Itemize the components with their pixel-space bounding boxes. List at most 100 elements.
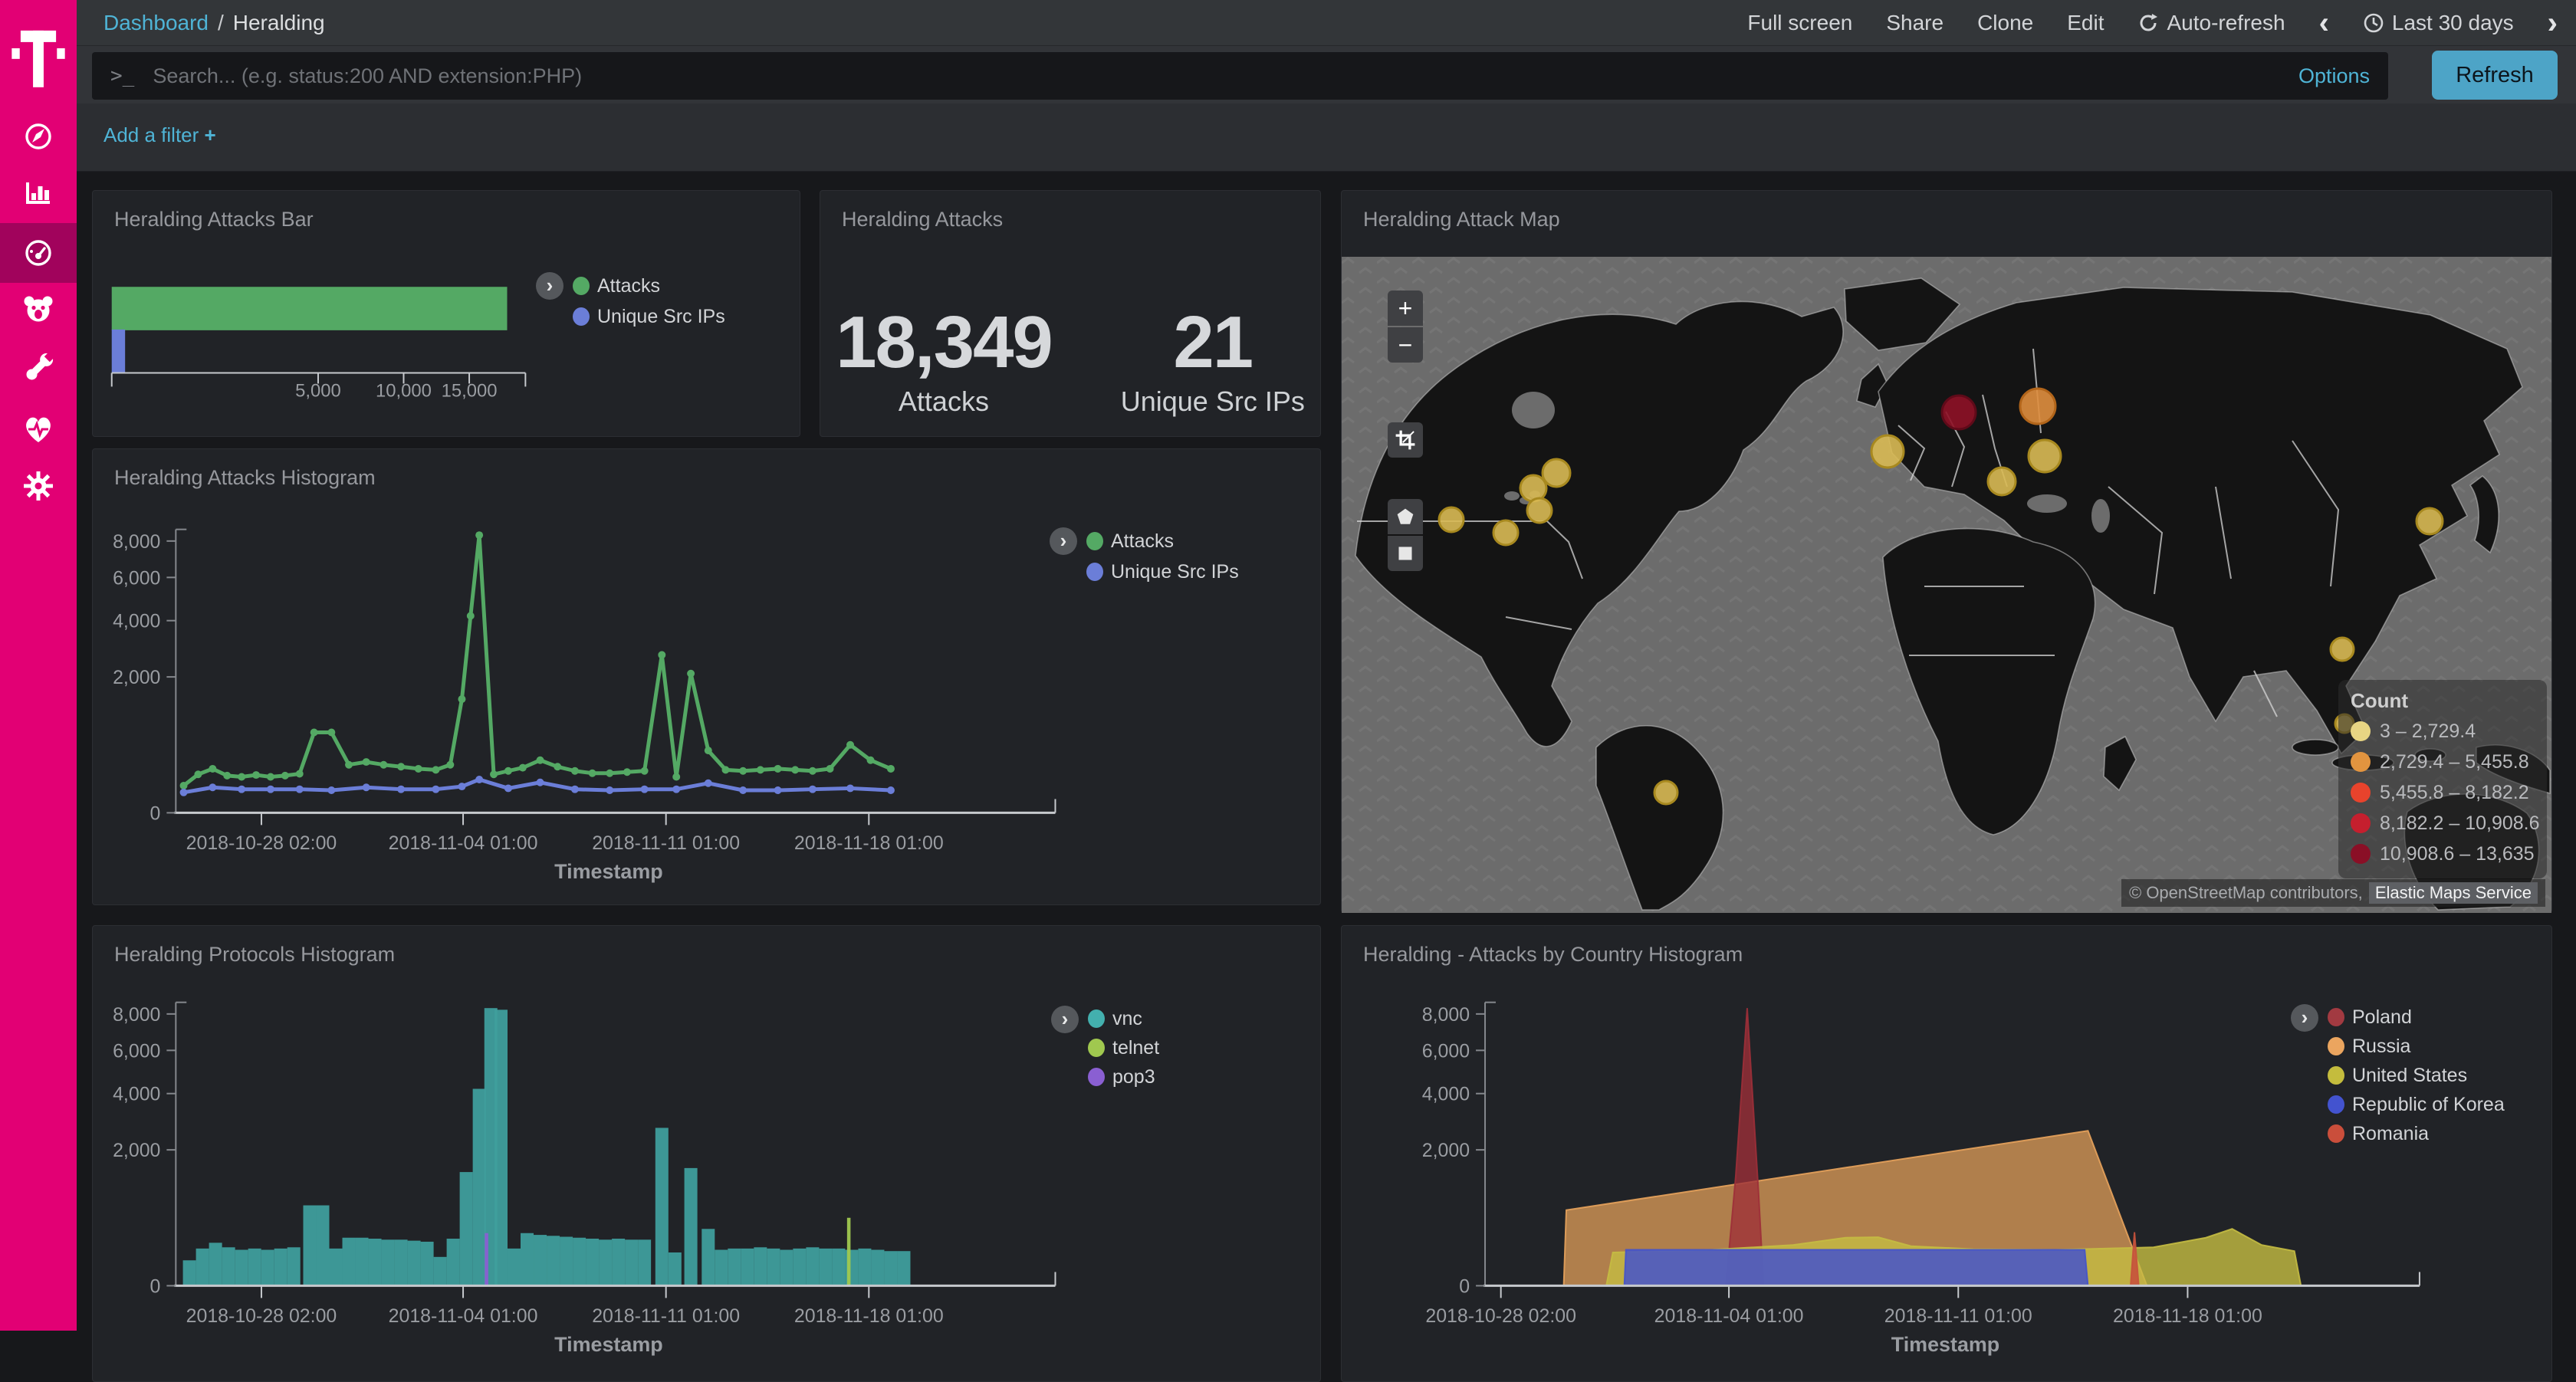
osm-attribution[interactable]: © OpenStreetMap contributors, xyxy=(2129,883,2363,903)
gear-icon xyxy=(21,468,56,504)
clone-button[interactable]: Clone xyxy=(1977,11,2033,35)
breadcrumb-current: Heralding xyxy=(233,11,325,35)
map-legend-items: 3 – 2,729.42,729.4 – 5,455.85,455.8 – 8,… xyxy=(2351,716,2535,869)
square-icon xyxy=(1395,543,1416,564)
compass-icon xyxy=(21,119,56,154)
svg-text:4,000: 4,000 xyxy=(113,1084,160,1105)
refresh-button[interactable]: Refresh xyxy=(2432,51,2558,100)
t-mobile-logo xyxy=(11,20,66,100)
legend-item[interactable]: Romania xyxy=(2328,1119,2505,1148)
terminal-prompt-icon: >_ xyxy=(110,64,134,87)
map-polygon-draw-button[interactable] xyxy=(1388,499,1423,534)
svg-text:2,000: 2,000 xyxy=(113,1140,160,1161)
attacks-histogram-chart[interactable]: 0 2,000 4,000 6,000 8,000 2018-10-28 02:00 201… xyxy=(93,449,1320,904)
svg-text:8,000: 8,000 xyxy=(1422,1004,1470,1026)
map-legend-item: 10,908.6 – 13,635 xyxy=(2351,839,2535,869)
svg-text:5,000: 5,000 xyxy=(295,380,341,401)
legend-item[interactable]: Unique Src IPs xyxy=(1086,556,1239,587)
svg-text:2018-11-18 01:00: 2018-11-18 01:00 xyxy=(2113,1305,2262,1327)
panel-heralding-attack-map: Heralding Attack Map xyxy=(1341,190,2552,913)
legend-item[interactable]: pop3 xyxy=(1088,1062,1159,1091)
share-button[interactable]: Share xyxy=(1886,11,1944,35)
legend-item[interactable]: Attacks xyxy=(573,271,725,301)
svg-text:0: 0 xyxy=(150,803,161,824)
map-crop-filter-button[interactable] xyxy=(1388,422,1423,458)
legend-item[interactable]: United States xyxy=(2328,1061,2505,1090)
chart-legend: › vnctelnetpop3 xyxy=(1051,1004,1159,1091)
full-screen-button[interactable]: Full screen xyxy=(1747,11,1852,35)
auto-refresh-button[interactable]: Auto-refresh xyxy=(2137,11,2285,35)
svg-text:2018-10-28 02:00: 2018-10-28 02:00 xyxy=(186,832,337,854)
legend-item[interactable]: vnc xyxy=(1088,1004,1159,1033)
svg-text:2018-11-11 01:00: 2018-11-11 01:00 xyxy=(1884,1305,2032,1327)
time-back-chevron[interactable]: ‹ xyxy=(2319,12,2329,34)
sidebar-item-dashboard[interactable] xyxy=(0,223,77,283)
legend-expand-icon[interactable]: › xyxy=(1051,1006,1079,1033)
top-navigation-bar: Dashboard / Heralding Full screen Share … xyxy=(77,0,2576,46)
svg-text:6,000: 6,000 xyxy=(1422,1040,1470,1062)
legend-item[interactable]: Unique Src IPs xyxy=(573,301,725,332)
protocols-histogram-chart[interactable]: 02,0004,0006,0008,0002018-10-28 02:00201… xyxy=(93,926,1320,1381)
time-forward-chevron[interactable]: › xyxy=(2548,12,2558,34)
time-range-picker[interactable]: Last 30 days xyxy=(2363,11,2514,35)
svg-text:6,000: 6,000 xyxy=(113,567,160,589)
legend-expand-icon[interactable]: › xyxy=(1050,527,1077,555)
svg-text:4,000: 4,000 xyxy=(113,611,160,632)
elastic-maps-service-link[interactable]: Elastic Maps Service xyxy=(2369,882,2538,904)
map-legend-item: 3 – 2,729.4 xyxy=(2351,716,2535,747)
chart-legend: › PolandRussiaUnited StatesRepublic of Ko… xyxy=(2291,1003,2505,1148)
country-histogram-chart[interactable]: 02,0004,0006,0008,0002018-10-28 02:00201… xyxy=(1342,926,2551,1381)
add-filter-link[interactable]: Add a filter + xyxy=(104,123,216,147)
crop-icon xyxy=(1394,428,1417,451)
sidebar-item-management[interactable] xyxy=(0,456,77,516)
sidebar-item-discover[interactable] xyxy=(0,107,77,166)
map-zoom-out-button[interactable]: − xyxy=(1388,327,1423,363)
map-rectangle-draw-button[interactable] xyxy=(1388,536,1423,571)
svg-text:4,000: 4,000 xyxy=(1422,1084,1470,1105)
panel-heralding-attacks-bar: Heralding Attacks Bar 5,00010,00015,000 … xyxy=(92,190,800,437)
svg-text:2018-11-04 01:00: 2018-11-04 01:00 xyxy=(1654,1305,1804,1327)
query-bar: >_ Options Refresh xyxy=(77,46,2576,103)
svg-text:10,000: 10,000 xyxy=(376,380,432,401)
svg-text:2018-10-28 02:00: 2018-10-28 02:00 xyxy=(186,1305,337,1327)
svg-text:Timestamp: Timestamp xyxy=(554,1333,662,1356)
search-input[interactable] xyxy=(151,64,2283,89)
legend-expand-icon[interactable]: › xyxy=(536,272,564,300)
metric-label: Attacks xyxy=(836,386,1052,418)
svg-text:0: 0 xyxy=(1459,1275,1470,1297)
svg-text:8,000: 8,000 xyxy=(113,531,160,553)
metric-label: Unique Src IPs xyxy=(1121,386,1305,418)
breadcrumb-dashboard-link[interactable]: Dashboard xyxy=(104,11,209,35)
svg-text:8,000: 8,000 xyxy=(113,1004,160,1026)
map-count-legend: Count 3 – 2,729.42,729.4 – 5,455.85,455.… xyxy=(2338,680,2547,878)
metric-unique-src-ips: 21 Unique Src IPs xyxy=(1121,306,1305,418)
edit-button[interactable]: Edit xyxy=(2067,11,2104,35)
sidebar-item-visualize[interactable] xyxy=(0,162,77,222)
metric-attacks: 18,349 Attacks xyxy=(836,306,1052,418)
clock-icon xyxy=(2363,12,2384,34)
legend-item[interactable]: Republic of Korea xyxy=(2328,1090,2505,1119)
sidebar-item-t-pot[interactable] xyxy=(0,279,77,339)
svg-text:2,000: 2,000 xyxy=(113,667,160,688)
heartbeat-icon xyxy=(21,411,56,446)
svg-text:2018-11-11 01:00: 2018-11-11 01:00 xyxy=(592,832,740,854)
map-zoom-in-button[interactable]: + xyxy=(1388,291,1423,326)
sidebar-item-dev-tools[interactable] xyxy=(0,338,77,398)
legend-item[interactable]: Poland xyxy=(2328,1003,2505,1032)
world-map[interactable]: + − Count 3 – 2,729.42,729.4 – 5,455.85,… xyxy=(1342,257,2551,913)
metric-values: 18,349 Attacks 21 Unique Src IPs xyxy=(820,306,1320,418)
legend-item[interactable]: Attacks xyxy=(1086,526,1239,556)
top-actions: Full screen Share Clone Edit Auto-refres… xyxy=(1747,11,2558,35)
legend-expand-icon[interactable]: › xyxy=(2291,1004,2318,1032)
svg-text:2018-11-04 01:00: 2018-11-04 01:00 xyxy=(389,832,538,854)
panel-heralding-protocols-histogram: Heralding Protocols Histogram 02,0004,00… xyxy=(92,925,1321,1382)
legend-item[interactable]: Russia xyxy=(2328,1032,2505,1061)
panel-heralding-attacks-histogram: Heralding Attacks Histogram 02,0004,0006… xyxy=(92,448,1321,905)
bear-icon xyxy=(21,291,56,327)
sidebar-item-monitoring[interactable] xyxy=(0,399,77,458)
chart-legend: › AttacksUnique Src IPs xyxy=(1050,526,1239,587)
svg-text:2018-11-18 01:00: 2018-11-18 01:00 xyxy=(794,1305,944,1327)
svg-text:2018-10-28 02:00: 2018-10-28 02:00 xyxy=(1425,1305,1576,1327)
query-options-link[interactable]: Options xyxy=(2298,64,2370,88)
legend-item[interactable]: telnet xyxy=(1088,1033,1159,1062)
